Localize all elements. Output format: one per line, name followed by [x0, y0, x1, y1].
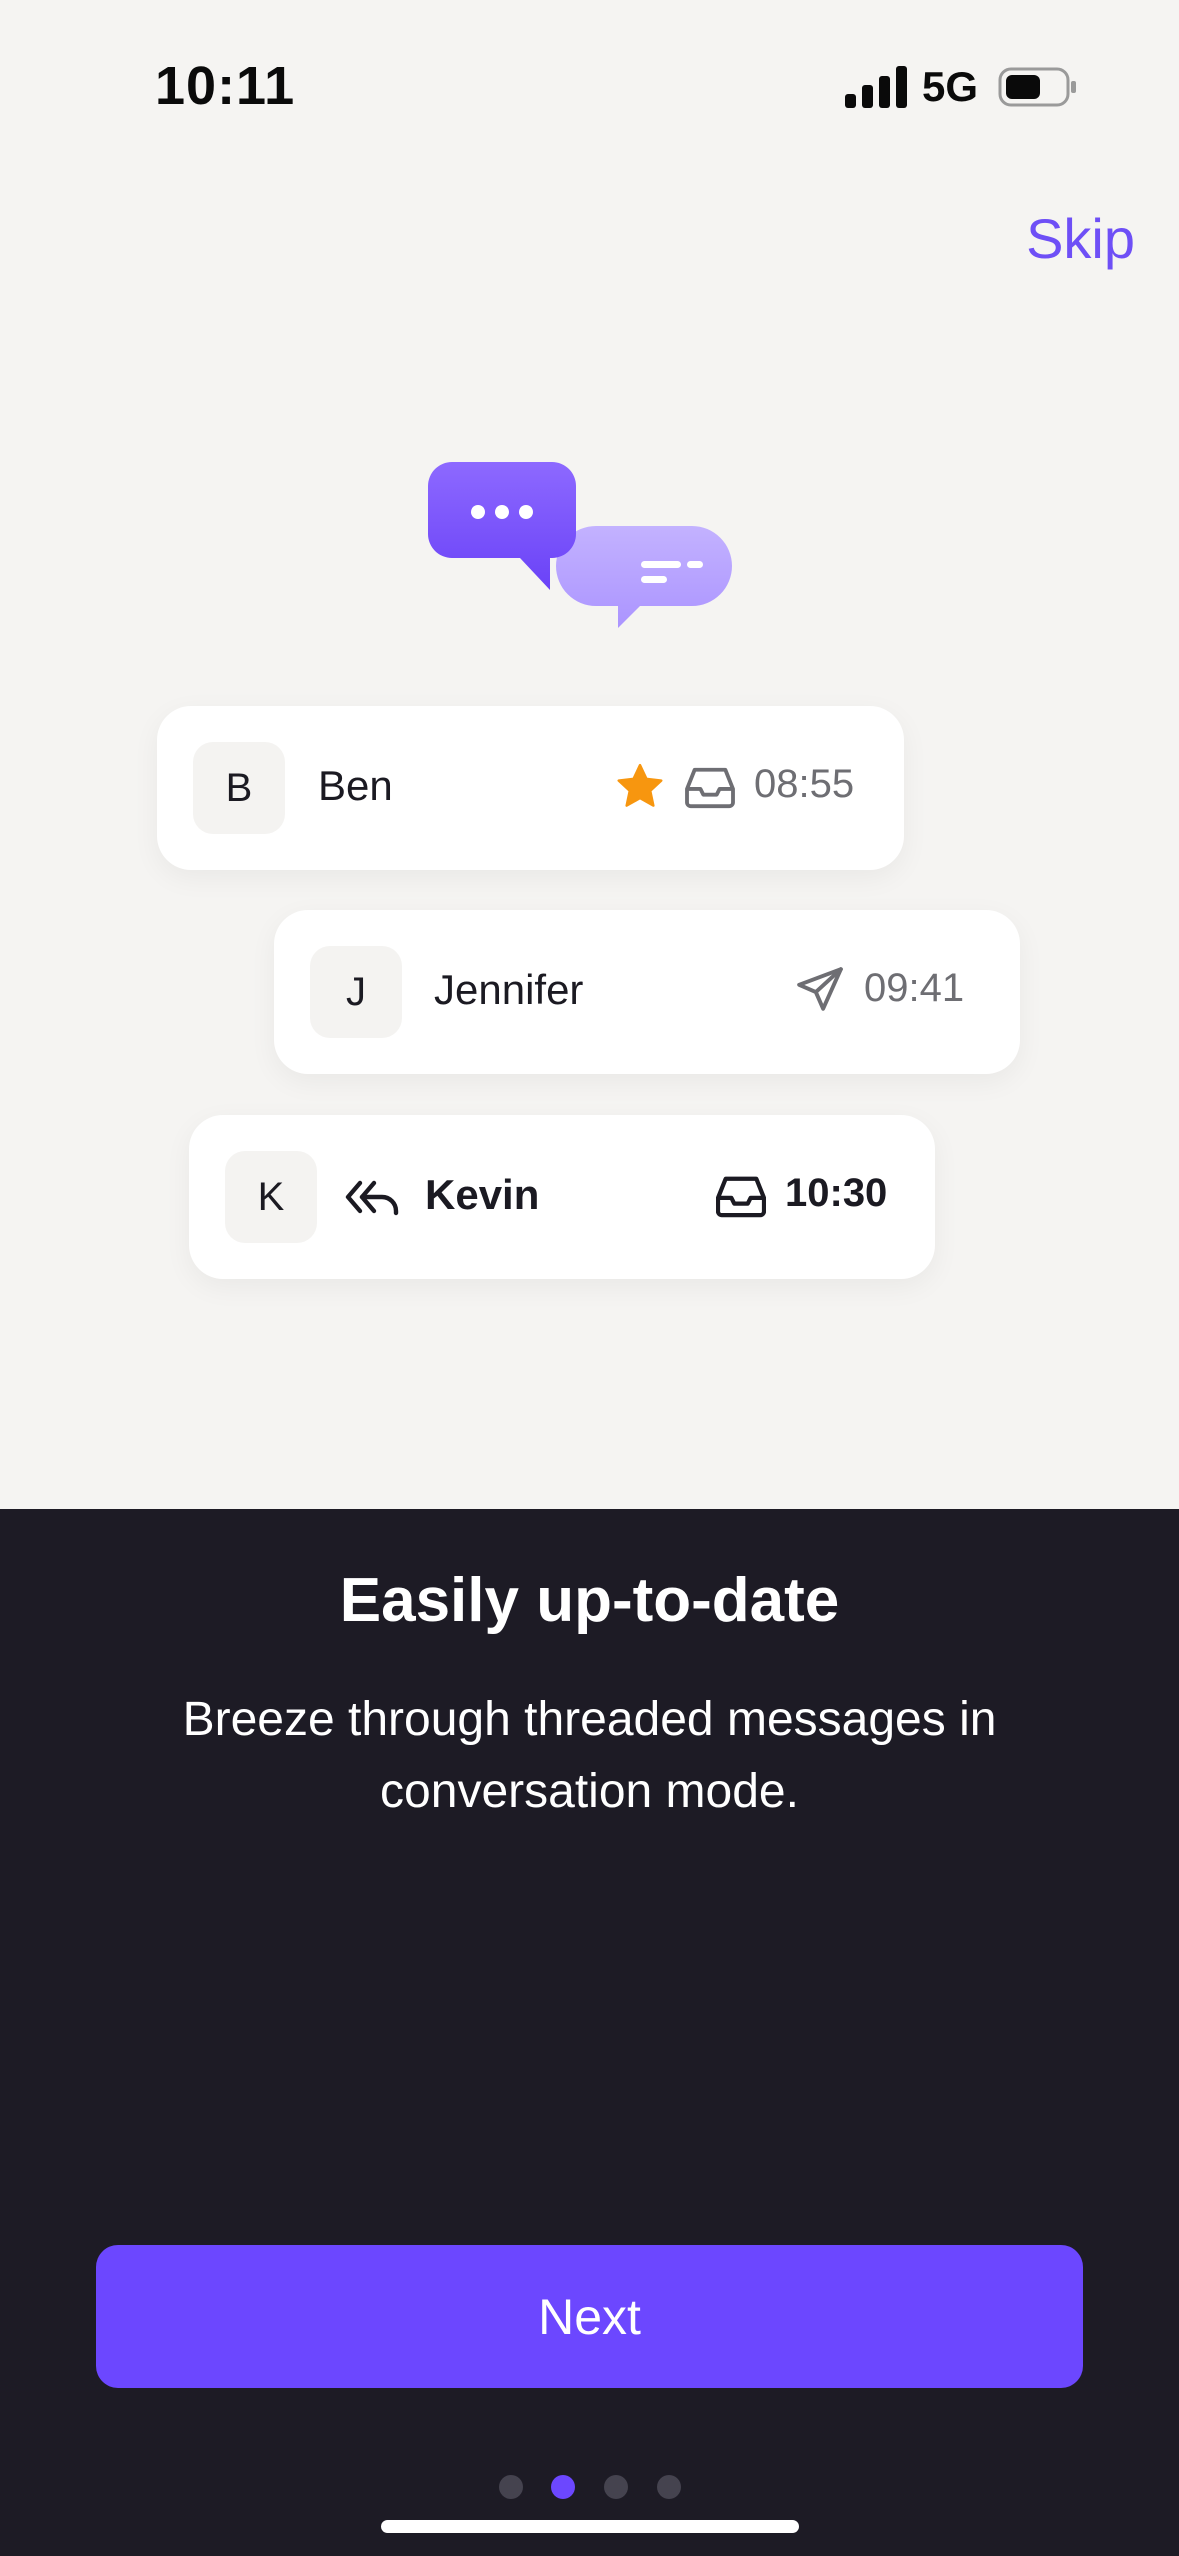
page-indicator[interactable] — [0, 2475, 1179, 2501]
battery-icon — [998, 67, 1076, 107]
avatar: B — [193, 742, 285, 834]
onboarding-panel: Easily up-to-date Breeze through threade… — [0, 1509, 1179, 2556]
page-dot-active[interactable] — [551, 2475, 575, 2499]
message-time: 09:41 — [864, 966, 965, 1010]
page-dot[interactable] — [657, 2475, 681, 2499]
sender-name: Kevin — [425, 1171, 540, 1218]
page-dot[interactable] — [604, 2475, 628, 2499]
message-time: 10:30 — [785, 1171, 888, 1215]
inbox-icon — [716, 1176, 766, 1218]
status-bar: 10:11 5G — [0, 0, 1179, 170]
conversation-card-ben[interactable]: B Ben 08:55 — [157, 706, 904, 870]
send-icon — [797, 967, 843, 1011]
network-type: 5G — [922, 63, 979, 110]
sender-name: Jennifer — [434, 966, 584, 1013]
next-button[interactable]: Next — [96, 2245, 1083, 2388]
page-dot[interactable] — [499, 2475, 523, 2499]
home-indicator[interactable] — [381, 2520, 799, 2533]
sender-name: Ben — [318, 762, 393, 809]
star-icon — [617, 763, 663, 807]
conversation-card-kevin[interactable]: K Kevin 10:30 — [189, 1115, 935, 1279]
onboarding-description: Breeze through threaded messages in conv… — [182, 1693, 997, 1818]
message-time: 08:55 — [754, 762, 855, 806]
chat-bubbles-icon — [428, 462, 732, 628]
inbox-icon — [685, 767, 735, 809]
status-time: 10:11 — [155, 56, 296, 116]
skip-button[interactable]: Skip — [1026, 206, 1135, 271]
avatar: K — [225, 1151, 317, 1243]
cellular-signal-icon — [845, 66, 907, 108]
onboarding-title: Easily up-to-date — [339, 1566, 840, 1635]
reply-all-icon — [345, 1180, 399, 1216]
avatar: J — [310, 946, 402, 1038]
conversation-card-jennifer[interactable]: J Jennifer 09:41 — [274, 910, 1020, 1074]
